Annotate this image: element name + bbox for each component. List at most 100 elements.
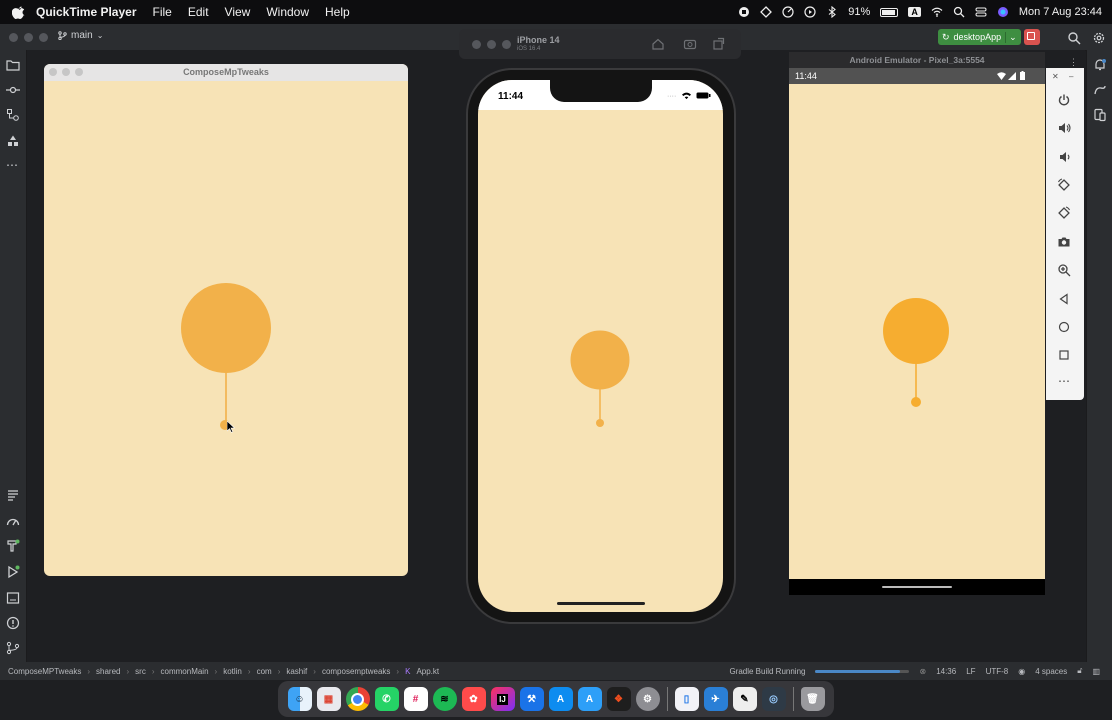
breadcrumb-item[interactable]: com [257, 667, 272, 676]
dock-xcode-simulator-icon[interactable]: ✈ [703, 687, 728, 711]
control-center-icon[interactable] [975, 6, 987, 18]
branch-selector[interactable]: main ⌄ [58, 30, 103, 41]
dock-whatsapp-icon[interactable]: ✆ [374, 687, 399, 711]
ios-home-indicator[interactable] [557, 602, 645, 605]
ios-pendulum[interactable] [478, 80, 723, 612]
device-manager-icon[interactable] [1093, 108, 1107, 122]
apple-icon[interactable] [12, 5, 26, 19]
logcat-icon[interactable] [6, 488, 20, 502]
dock-xcode-icon[interactable]: ⚒ [519, 687, 544, 711]
back-icon[interactable] [1057, 292, 1071, 306]
zoom-icon[interactable] [1057, 263, 1071, 277]
more-options-icon[interactable]: ⋮ [1069, 57, 1078, 68]
lock-icon[interactable]: 🔓︎ [1077, 666, 1082, 676]
breadcrumb-item[interactable]: App.kt [416, 667, 439, 676]
more-tools-icon[interactable]: ⋯ [6, 158, 20, 172]
camera-icon[interactable] [1057, 235, 1071, 249]
dock-chrome-icon[interactable] [345, 687, 370, 711]
input-source-badge[interactable]: A [908, 7, 921, 17]
project-folder-icon[interactable] [6, 58, 20, 72]
menu-window[interactable]: Window [266, 5, 309, 19]
siri-icon[interactable] [997, 6, 1009, 18]
resource-manager-icon[interactable] [6, 134, 20, 148]
rotate-left-icon[interactable] [1057, 178, 1071, 192]
dock-figma-icon[interactable]: ❖ [606, 687, 631, 711]
breadcrumb-item[interactable]: shared [96, 667, 120, 676]
overview-icon[interactable] [1057, 348, 1071, 362]
drag-handle[interactable] [911, 397, 921, 407]
breadcrumb-item[interactable]: commonMain [161, 667, 209, 676]
minimize-icon[interactable]: – [1069, 72, 1073, 81]
caret-position[interactable]: 14:36 [936, 667, 956, 676]
breadcrumb-item[interactable]: ComposeMPTweaks [8, 667, 81, 676]
dock-inkscape-icon[interactable]: ✎ [732, 687, 757, 711]
dock-spotify-icon[interactable]: ≋ [432, 687, 457, 711]
structure-icon[interactable] [6, 108, 20, 122]
android-pendulum[interactable] [789, 84, 1045, 579]
commit-icon[interactable] [6, 83, 20, 97]
android-gesture-bar[interactable] [882, 586, 952, 588]
pendulum-ball[interactable] [883, 298, 949, 364]
dock-app-store-icon[interactable]: A [548, 687, 573, 711]
clock-datetime[interactable]: Mon 7 Aug 23:44 [1019, 6, 1102, 18]
breadcrumb-item[interactable]: src [135, 667, 146, 676]
play-icon[interactable] [804, 6, 816, 18]
desktop-window-controls[interactable] [49, 68, 83, 76]
more-options-icon[interactable]: ⋯ [1057, 374, 1071, 388]
dock-instruments-icon[interactable]: A [577, 687, 602, 711]
bluetooth-icon[interactable] [826, 6, 838, 18]
build-status-text[interactable]: Gradle Build Running [729, 667, 805, 676]
dock-system-settings-icon[interactable]: ⚙ [635, 687, 660, 711]
indent-setting[interactable]: 4 spaces [1035, 667, 1067, 676]
cancel-build-icon[interactable]: ⊗ [919, 667, 926, 676]
breadcrumb-item[interactable]: kashif [286, 667, 307, 676]
file-encoding[interactable]: UTF-8 [986, 667, 1009, 676]
desktop-pendulum[interactable] [44, 81, 408, 576]
version-control-icon[interactable] [6, 641, 20, 655]
gear-icon[interactable] [1092, 31, 1106, 45]
run-icon[interactable] [6, 565, 20, 579]
notifications-icon[interactable] [1093, 58, 1107, 72]
breadcrumb-item[interactable]: kotlin [223, 667, 242, 676]
terminal-icon[interactable] [6, 591, 20, 605]
power-icon[interactable] [1057, 93, 1071, 107]
build-icon[interactable] [6, 539, 20, 553]
desktop-window-titlebar[interactable]: ComposeMpTweaks [44, 64, 408, 81]
eye-icon[interactable]: ◉ [1018, 667, 1025, 676]
dock-quicktime-icon[interactable]: ◎ [761, 687, 786, 711]
home-icon[interactable] [1057, 320, 1071, 334]
memory-indicator-icon[interactable]: ▥ [1092, 667, 1100, 676]
volume-up-icon[interactable] [1057, 121, 1071, 135]
dock-mural-icon[interactable]: ✿ [461, 687, 486, 711]
volume-down-icon[interactable] [1057, 150, 1071, 164]
menu-view[interactable]: View [225, 5, 251, 19]
menu-file[interactable]: File [153, 5, 172, 19]
emulator-titlebar[interactable]: Android Emulator - Pixel_3a:5554 [789, 52, 1045, 68]
menu-help[interactable]: Help [325, 5, 350, 19]
rotate-right-icon[interactable] [1057, 206, 1071, 220]
close-icon[interactable]: ✕ [1052, 72, 1059, 81]
dock-simulator-icon[interactable]: ▯ [674, 687, 699, 711]
battery-icon[interactable] [880, 7, 899, 17]
run-configuration-button[interactable]: ↻ desktopApp ⌄ [938, 29, 1021, 45]
stop-recording-icon[interactable] [738, 6, 750, 18]
problems-icon[interactable] [6, 616, 20, 630]
drag-handle[interactable] [596, 419, 604, 427]
ide-window-controls[interactable] [9, 33, 48, 42]
build-progress-bar[interactable] [815, 669, 910, 673]
dock-launchpad-icon[interactable]: ▦ [316, 687, 341, 711]
rotate-icon[interactable] [712, 37, 726, 51]
gradle-icon[interactable] [1093, 83, 1107, 97]
simulator-window-controls[interactable] [472, 40, 511, 49]
pendulum-ball[interactable] [181, 283, 271, 373]
dock-intellij-icon[interactable]: IJ [490, 687, 515, 711]
line-separator[interactable]: LF [966, 667, 975, 676]
stop-button[interactable] [1024, 29, 1040, 45]
profiler-icon[interactable] [6, 514, 20, 528]
search-icon[interactable] [1067, 31, 1081, 45]
home-icon[interactable] [651, 37, 665, 51]
screenshot-icon[interactable] [683, 37, 697, 51]
dock-slack-icon[interactable]: # [403, 687, 428, 711]
pendulum-ball[interactable] [570, 330, 630, 390]
extension-icon[interactable] [760, 6, 773, 18]
